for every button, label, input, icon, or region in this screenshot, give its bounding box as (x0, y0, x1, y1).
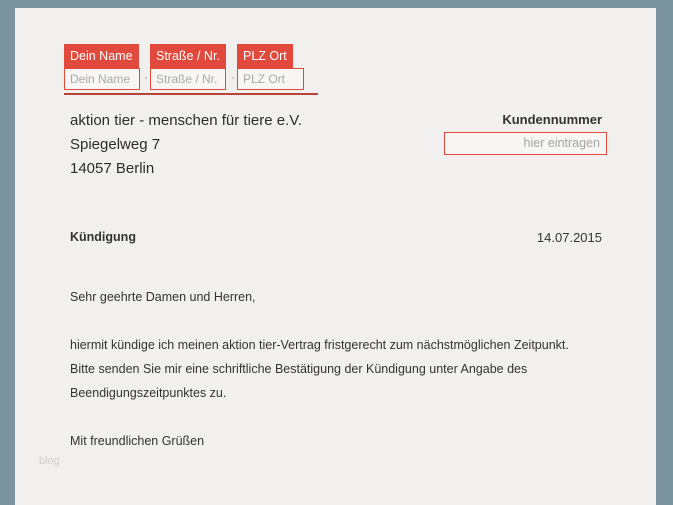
name-input[interactable]: Dein Name (64, 68, 140, 90)
recipient-line-2: Spiegelweg 7 (70, 136, 161, 153)
letter-date: 14.07.2015 (536, 230, 602, 245)
street-input[interactable]: Straße / Nr. (150, 68, 226, 90)
city-tag: PLZ Ort (237, 44, 293, 68)
paragraph-line-1: hiermit kündige ich meinen aktion tier-V… (70, 338, 569, 352)
sender-underline (64, 93, 318, 95)
recipient-line-3: 14057 Berlin (70, 160, 155, 177)
separator-dot: · (231, 70, 235, 84)
name-tag: Dein Name (64, 44, 139, 68)
customer-number-input[interactable]: hier eintragen (444, 132, 607, 155)
paragraph-line-2: Bitte senden Sie mir eine schriftliche B… (70, 362, 528, 376)
watermark: blog (39, 455, 60, 467)
subject-line: Kündigung (70, 230, 136, 244)
salutation: Sehr geehrte Damen und Herren, (70, 290, 256, 304)
letter-page: Dein Name Straße / Nr. PLZ Ort Dein Name… (15, 8, 656, 505)
street-tag: Straße / Nr. (150, 44, 226, 68)
city-input[interactable]: PLZ Ort (237, 68, 304, 90)
closing: Mit freundlichen Grüßen (70, 434, 205, 448)
paragraph-line-3: Beendigungszeitpunktes zu. (70, 386, 227, 400)
customer-number-label: Kundennummer (502, 112, 602, 127)
separator-dot: · (144, 70, 148, 84)
recipient-line-1: aktion tier - menschen für tiere e.V. (70, 112, 303, 129)
